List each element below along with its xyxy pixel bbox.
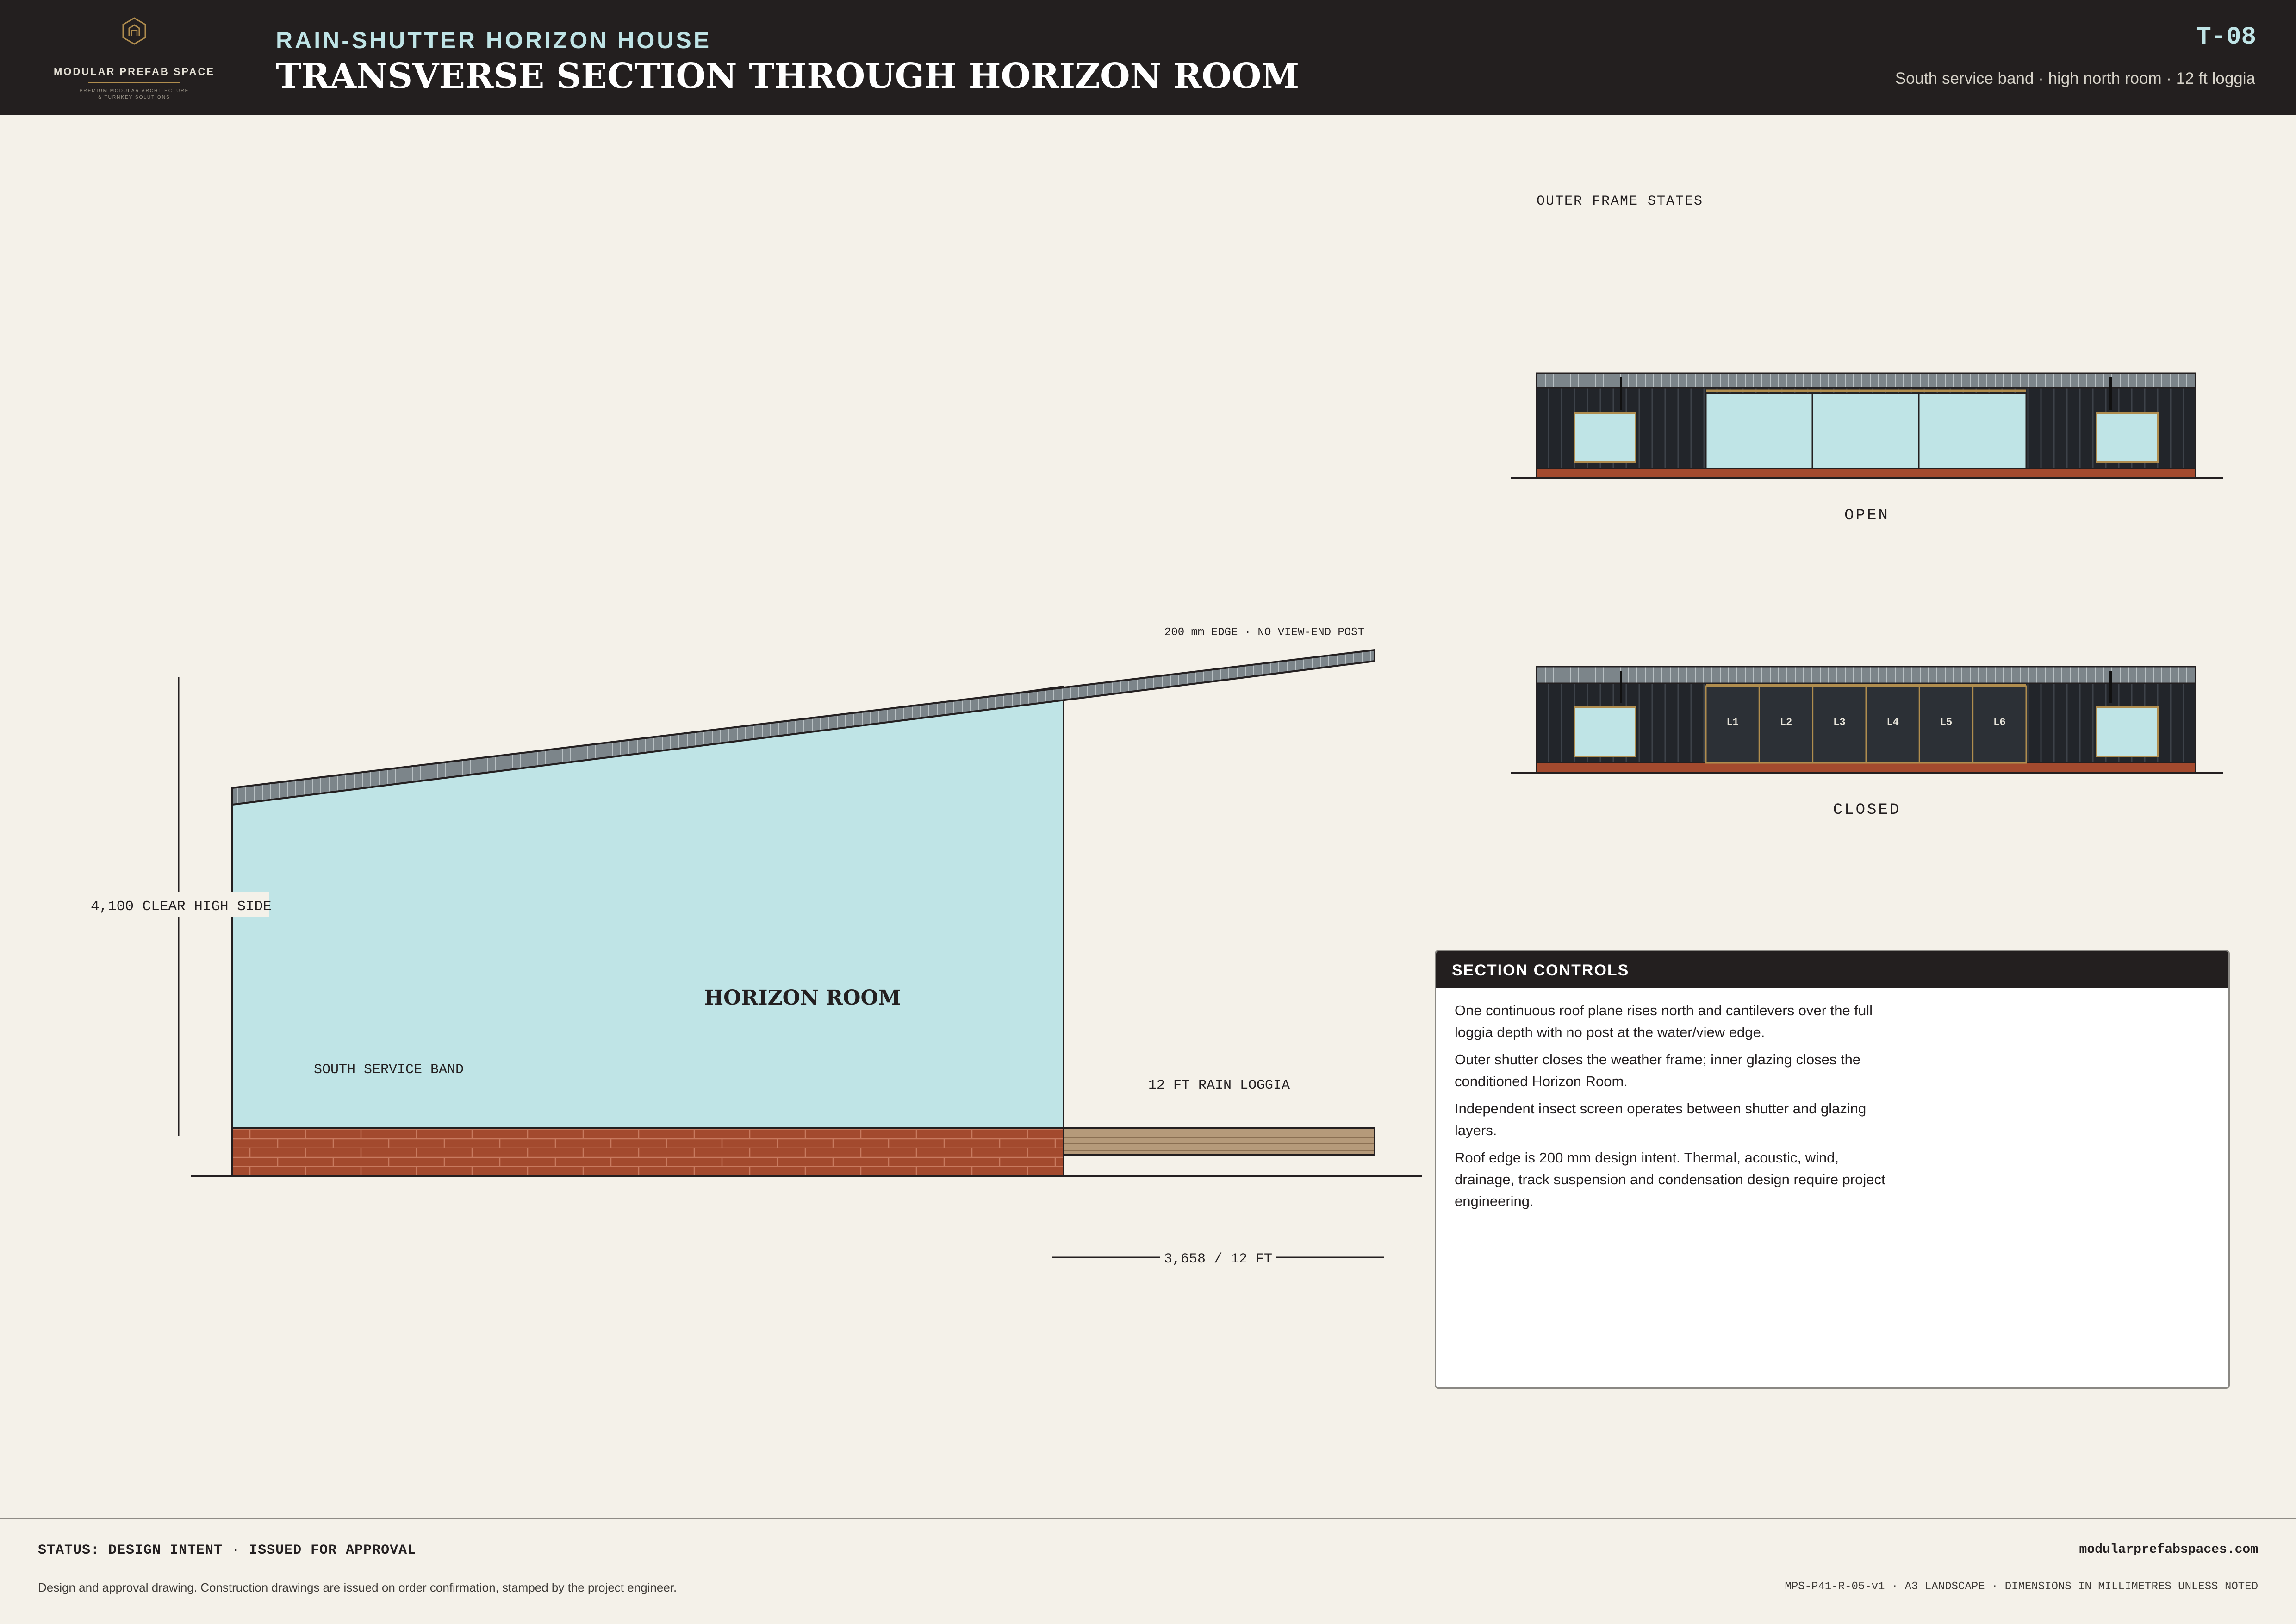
rain-loggia-label: 12 FT RAIN LOGGIA (1148, 1078, 1290, 1093)
footer-document-reference: MPS-P41-R-05-v1 · A3 LANDSCAPE · DIMENSI… (1785, 1580, 2258, 1593)
brick-foundation (231, 1127, 1064, 1177)
control-note-insect-screen: Independent insect screen operates betwe… (1455, 1100, 1867, 1138)
open-glazing-pane-1 (1705, 393, 1813, 469)
title-block-header: MODULAR PREFAB SPACE PREMIUM MODULAR ARC… (0, 0, 2296, 115)
open-left-window (1574, 412, 1636, 463)
open-glazing-pane-2 (1811, 393, 1920, 469)
open-glazing-pane-3 (1918, 393, 2027, 469)
open-base (1536, 468, 2196, 478)
height-dimension-label: 4,100 CLEAR HIGH SIDE (91, 899, 272, 915)
closed-downpipe-left (1620, 671, 1622, 703)
closed-base (1536, 762, 2196, 773)
roof-edge-note: 200 mm EDGE · NO VIEW-END POST (1164, 626, 1364, 639)
sheet-number: T-08 (2196, 23, 2256, 51)
closed-right-window (2096, 706, 2159, 757)
sheet-subtitle: South service band · high north room · 1… (1895, 69, 2255, 87)
shutter-louver-label: L3 (1833, 717, 1845, 728)
shutter-louver-label: L2 (1780, 717, 1792, 728)
outer-frame-states: OUTER FRAME STATES OPEN L1 L2 L3 L4 L5 L… (1511, 194, 2223, 819)
section-controls-panel: SECTION CONTROLS One continuous roof pla… (1435, 950, 2230, 1389)
control-note-engineering: Roof edge is 200 mm design intent. Therm… (1455, 1149, 1885, 1209)
brand-tagline: PREMIUM MODULAR ARCHITECTURE & TURNKEY S… (65, 88, 204, 101)
closed-downpipe-right (2109, 671, 2112, 703)
open-roof-band (1536, 372, 2196, 389)
shutter-louver-label: L1 (1726, 717, 1738, 728)
transverse-section: 4,100 CLEAR HIGH SIDE 200 mm EDGE · NO V… (87, 626, 1422, 1267)
open-state-label: OPEN (1844, 507, 1890, 525)
project-name: RAIN-SHUTTER HORIZON HOUSE (276, 27, 712, 53)
section-controls-body: One continuous roof plane rises north an… (1436, 988, 1917, 1212)
shutter-louver-label: L5 (1940, 717, 1952, 728)
shutter-louver-label: L4 (1886, 717, 1898, 728)
closed-elevation: L1 L2 L3 L4 L5 L6 CLOSED (1511, 666, 2223, 819)
closed-left-window (1574, 706, 1636, 757)
brand-tagline-line-1: PREMIUM MODULAR ARCHITECTURE (79, 88, 189, 94)
brand-logo: MODULAR PREFAB SPACE PREMIUM MODULAR ARC… (37, 14, 231, 102)
footer-note: Design and approval drawing. Constructio… (38, 1580, 677, 1594)
footer-website-link[interactable]: modularprefabspaces.com (2079, 1543, 2258, 1557)
frame-states-title: OUTER FRAME STATES (1537, 194, 1703, 209)
open-elevation: OPEN (1511, 372, 2223, 525)
open-downpipe-right (2109, 377, 2112, 410)
closed-state-label: CLOSED (1833, 801, 1901, 819)
control-note-shutter: Outer shutter closes the weather frame; … (1455, 1051, 1861, 1089)
footer-status: STATUS: DESIGN INTENT · ISSUED FOR APPRO… (38, 1543, 417, 1558)
shutter-louvers: L1 L2 L3 L4 L5 L6 (1705, 685, 2027, 764)
brand-divider (88, 82, 180, 83)
sheet-title: TRANSVERSE SECTION THROUGH HORIZON ROOM (276, 56, 1300, 96)
loggia-dimension-label: 3,658 / 12 FT (1164, 1251, 1272, 1267)
closed-roof-band (1536, 666, 2196, 684)
section-controls-title: SECTION CONTROLS (1436, 951, 2228, 988)
open-right-window (2096, 412, 2159, 463)
shutter-louver-label: L6 (1993, 717, 2005, 728)
hexagon-logo-icon (122, 17, 146, 45)
south-service-band-label: SOUTH SERVICE BAND (314, 1062, 464, 1078)
horizon-room-label: HORIZON ROOM (704, 986, 901, 1010)
open-downpipe-left (1620, 377, 1622, 410)
loggia-deck (1063, 1127, 1375, 1156)
control-note-roof: One continuous roof plane rises north an… (1455, 1002, 1873, 1040)
brand-name: MODULAR PREFAB SPACE (53, 66, 215, 77)
footer-divider (0, 1518, 2296, 1519)
brand-tagline-line-2: & TURNKEY SOLUTIONS (98, 95, 170, 100)
